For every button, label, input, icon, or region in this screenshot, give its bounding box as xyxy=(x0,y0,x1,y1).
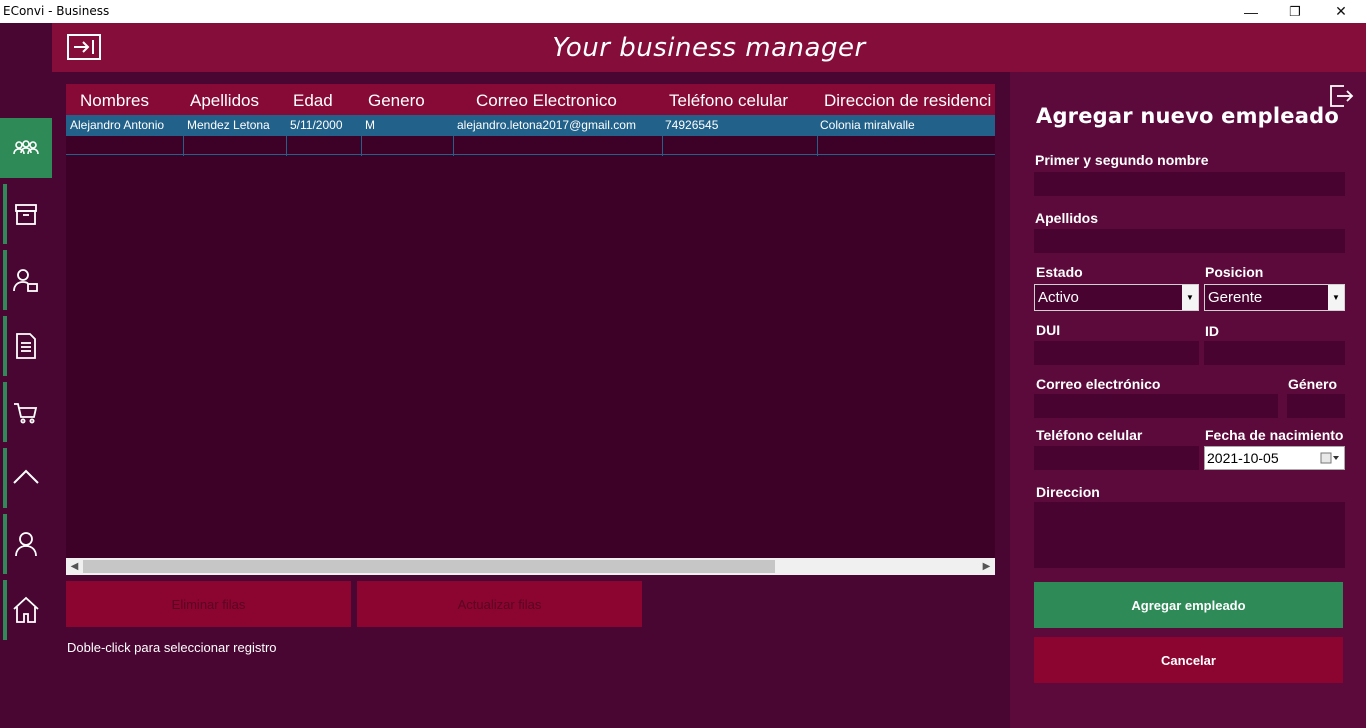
column-header-telefono[interactable]: Teléfono celular xyxy=(669,91,788,111)
scroll-left-icon[interactable]: ◀ xyxy=(66,558,83,575)
scroll-right-icon[interactable]: ▶ xyxy=(978,558,995,575)
horizontal-scrollbar[interactable]: ◀ ▶ xyxy=(66,558,995,575)
home-icon xyxy=(13,596,39,623)
dui-label: DUI xyxy=(1036,322,1061,338)
phone-field[interactable] xyxy=(1034,446,1199,470)
nav-collapse[interactable] xyxy=(0,448,52,508)
id-field[interactable] xyxy=(1204,341,1345,365)
app-title: Your business manager xyxy=(552,33,866,63)
nav-indicator xyxy=(3,382,7,442)
add-employee-button[interactable]: Agregar empleado xyxy=(1034,582,1343,628)
birthdate-picker[interactable]: 2021-10-05 xyxy=(1204,446,1345,470)
phone-label: Teléfono celular xyxy=(1036,427,1143,443)
cancel-button[interactable]: Cancelar xyxy=(1034,637,1343,683)
nav-indicator xyxy=(3,316,7,376)
grid-header: Nombres Apellidos Edad Genero Correo Ele… xyxy=(66,84,995,115)
close-button[interactable]: ✕ xyxy=(1318,0,1364,23)
first-names-label: Primer y segundo nombre xyxy=(1035,152,1209,168)
add-employee-panel: Agregar nuevo empleado Primer y segundo … xyxy=(1010,72,1366,728)
nav-indicator xyxy=(3,184,7,244)
last-names-label: Apellidos xyxy=(1035,210,1099,226)
position-label: Posicion xyxy=(1205,264,1264,280)
delete-rows-button[interactable]: Eliminar filas xyxy=(66,581,351,627)
user-icon xyxy=(15,532,37,557)
cart-icon xyxy=(14,403,38,424)
employees-icon xyxy=(13,140,39,155)
app-header: Your business manager xyxy=(52,23,1366,72)
nav-sales[interactable] xyxy=(0,382,52,442)
cell-edad[interactable]: 5/11/2000 xyxy=(290,115,362,135)
scrollbar-thumb[interactable] xyxy=(83,560,775,573)
cell-empty[interactable] xyxy=(287,136,362,156)
nav-home[interactable] xyxy=(0,580,52,640)
cell-correo[interactable]: alejandro.letona2017@gmail.com xyxy=(457,115,662,135)
nav-indicator xyxy=(3,514,7,574)
email-field[interactable] xyxy=(1034,394,1278,418)
double-click-hint: Doble-click para seleccionar registro xyxy=(67,640,277,655)
gender-label: Género xyxy=(1288,376,1338,392)
cell-empty[interactable] xyxy=(184,136,287,156)
birthdate-value: 2021-10-05 xyxy=(1207,450,1279,466)
cell-empty[interactable] xyxy=(66,136,184,156)
employees-grid[interactable]: Nombres Apellidos Edad Genero Correo Ele… xyxy=(66,84,995,558)
column-header-genero[interactable]: Genero xyxy=(368,91,425,111)
chevron-down-icon[interactable]: ▼ xyxy=(1182,285,1198,310)
document-icon xyxy=(16,333,36,359)
cell-empty[interactable] xyxy=(663,136,818,156)
cell-empty[interactable] xyxy=(362,136,454,156)
nav-indicator xyxy=(3,580,7,640)
birthdate-label: Fecha de nacimiento xyxy=(1205,427,1344,443)
nav-documents[interactable] xyxy=(0,316,52,376)
last-names-field[interactable] xyxy=(1034,229,1345,253)
main-content: Nombres Apellidos Edad Genero Correo Ele… xyxy=(52,72,1010,728)
cell-genero[interactable]: M xyxy=(365,115,454,135)
table-row[interactable]: Alejandro Antonio Mendez Letona 5/11/200… xyxy=(66,115,995,135)
column-header-nombres[interactable]: Nombres xyxy=(80,91,149,111)
maximize-button[interactable]: ❐ xyxy=(1272,0,1318,23)
first-names-field[interactable] xyxy=(1034,172,1345,196)
column-header-edad[interactable]: Edad xyxy=(293,91,333,111)
nav-inventory[interactable] xyxy=(0,184,52,244)
email-label: Correo electrónico xyxy=(1036,376,1161,392)
cell-direccion[interactable]: Colonia miralvalle xyxy=(820,115,995,135)
position-select-value: Gerente xyxy=(1208,289,1263,306)
column-header-direccion[interactable]: Direccion de residenci xyxy=(824,91,991,111)
archive-box-icon xyxy=(15,204,37,225)
position-select[interactable]: Gerente ▼ xyxy=(1204,284,1345,311)
update-rows-button[interactable]: Actualizar filas xyxy=(357,581,642,627)
nav-user-management[interactable] xyxy=(0,250,52,310)
form-title: Agregar nuevo empleado xyxy=(1036,104,1339,128)
status-select-value: Activo xyxy=(1038,289,1079,306)
nav-indicator xyxy=(3,448,7,508)
nav-indicator xyxy=(3,250,7,310)
calendar-icon[interactable] xyxy=(1320,452,1340,464)
sidebar xyxy=(0,23,52,728)
nav-profile[interactable] xyxy=(0,514,52,574)
chevron-up-icon xyxy=(13,469,39,484)
minimize-button[interactable]: — xyxy=(1228,0,1274,23)
cell-apellidos[interactable]: Mendez Letona xyxy=(187,115,287,135)
gender-field[interactable] xyxy=(1287,394,1345,418)
address-label: Direccion xyxy=(1036,484,1100,500)
status-label: Estado xyxy=(1036,264,1083,280)
dui-field[interactable] xyxy=(1034,341,1199,365)
user-badge-icon xyxy=(13,269,38,292)
column-header-apellidos[interactable]: Apellidos xyxy=(190,91,259,111)
id-label: ID xyxy=(1205,323,1219,339)
cell-empty[interactable] xyxy=(454,136,663,156)
table-row-new[interactable] xyxy=(66,135,995,156)
nav-employees[interactable] xyxy=(0,118,52,178)
column-header-correo[interactable]: Correo Electronico xyxy=(476,91,617,111)
window-titlebar: EConvi - Business — ❐ ✕ xyxy=(0,0,1366,23)
cell-telefono[interactable]: 74926545 xyxy=(665,115,817,135)
cell-nombres[interactable]: Alejandro Antonio xyxy=(70,115,184,135)
window-title: EConvi - Business xyxy=(3,4,110,18)
status-select[interactable]: Activo ▼ xyxy=(1034,284,1199,311)
chevron-down-icon[interactable]: ▼ xyxy=(1328,285,1344,310)
address-field[interactable] xyxy=(1034,502,1345,568)
